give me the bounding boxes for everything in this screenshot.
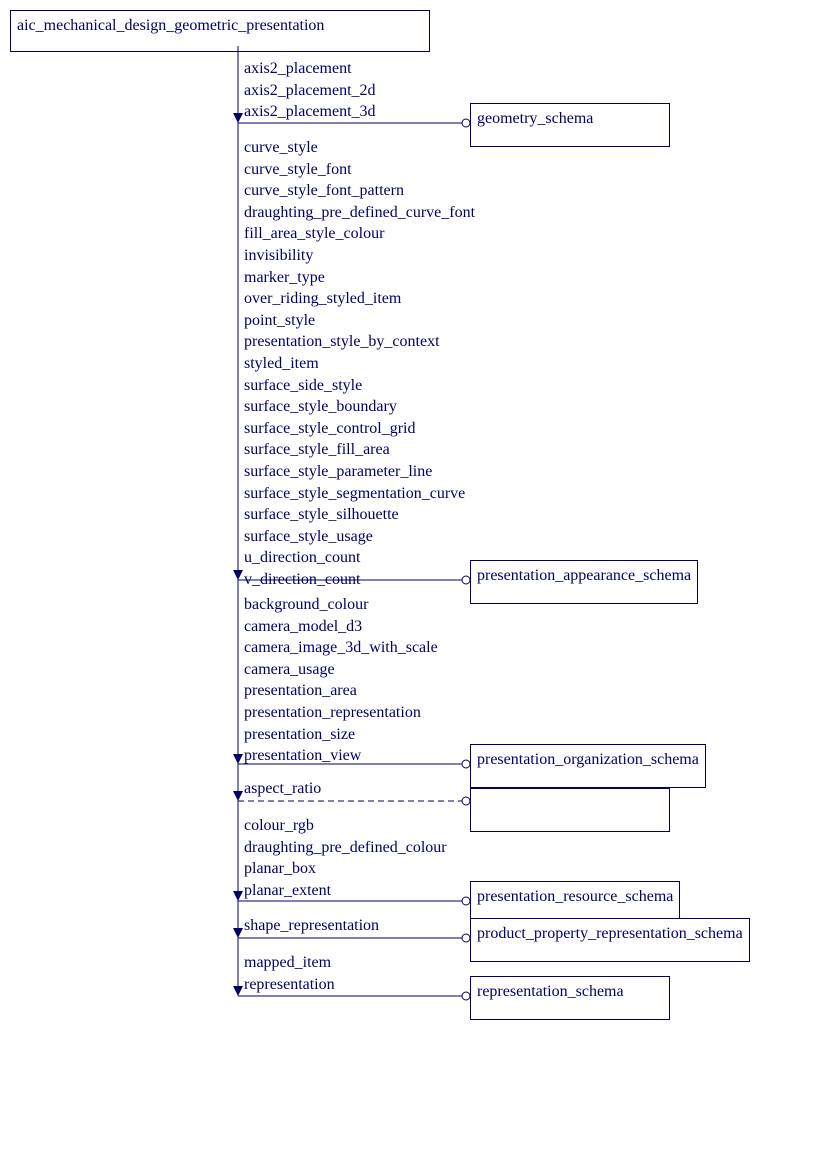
edge-label: curve_style_font_pattern [244,180,475,202]
label-group: curve_stylecurve_style_fontcurve_style_f… [244,137,475,590]
target-schema-box: presentation_organization_schema [470,744,706,788]
edge-label: background_colour [244,594,438,616]
target-schema-title: geometry_schema [477,110,593,127]
edge-label: mapped_item [244,952,335,974]
edge-label: aspect_ratio [244,778,321,800]
edge-label: surface_style_fill_area [244,439,475,461]
target-schema-box: presentation_appearance_schema [470,560,698,604]
edge-label: surface_style_silhouette [244,504,475,526]
edge-label: surface_style_boundary [244,396,475,418]
edge-label: presentation_area [244,680,438,702]
edge-label: planar_extent [244,880,447,902]
edge-label: presentation_style_by_context [244,331,475,353]
edge-label: colour_rgb [244,815,447,837]
edge-label: marker_type [244,267,475,289]
edge-label: curve_style_font [244,159,475,181]
edge-label: surface_style_segmentation_curve [244,483,475,505]
edge-label: draughting_pre_defined_colour [244,837,447,859]
target-schema-title: presentation_appearance_schema [477,567,691,584]
label-group: mapped_itemrepresentation [244,952,335,995]
edge-label: over_riding_styled_item [244,288,475,310]
target-schema-box: product_property_representation_schema [470,918,750,962]
edge-label: surface_side_style [244,375,475,397]
label-group: axis2_placementaxis2_placement_2daxis2_p… [244,58,376,123]
target-schema-title: presentation_organization_schema [477,751,699,768]
label-group: shape_representation [244,915,379,937]
edge-label: camera_model_d3 [244,616,438,638]
edge-label: curve_style [244,137,475,159]
edge-label: planar_box [244,858,447,880]
edge-label: styled_item [244,353,475,375]
edge-label: axis2_placement_2d [244,80,376,102]
edge-label: fill_area_style_colour [244,223,475,245]
edge-label: u_direction_count [244,547,475,569]
edge-label: presentation_representation [244,702,438,724]
edge-label: surface_style_usage [244,526,475,548]
label-group: aspect_ratio [244,778,321,800]
edge-label: point_style [244,310,475,332]
edge-label: axis2_placement [244,58,376,80]
root-schema-title: aic_mechanical_design_geometric_presenta… [17,17,324,34]
target-schema-box: representation_schema [470,976,670,1020]
edge-label: surface_style_control_grid [244,418,475,440]
edge-label: camera_usage [244,659,438,681]
target-schema-box: geometry_schema [470,103,670,147]
edge-label: representation [244,974,335,996]
edge-label: invisibility [244,245,475,267]
target-schema-title: presentation_resource_schema [477,888,673,905]
edge-label: camera_image_3d_with_scale [244,637,438,659]
edge-label: draughting_pre_defined_curve_font [244,202,475,224]
edge-label: v_direction_count [244,569,475,591]
edge-label: presentation_size [244,724,438,746]
label-group: background_colourcamera_model_d3camera_i… [244,594,438,767]
edge-label: shape_representation [244,915,379,937]
edge-label: presentation_view [244,745,438,767]
target-schema-title: product_property_representation_schema [477,925,743,942]
root-schema-box: aic_mechanical_design_geometric_presenta… [10,10,430,52]
edge-label: axis2_placement_3d [244,101,376,123]
target-schema-title: representation_schema [477,983,624,1000]
label-group: colour_rgbdraughting_pre_defined_colourp… [244,815,447,901]
edge-label: surface_style_parameter_line [244,461,475,483]
target-schema-box [470,788,670,832]
